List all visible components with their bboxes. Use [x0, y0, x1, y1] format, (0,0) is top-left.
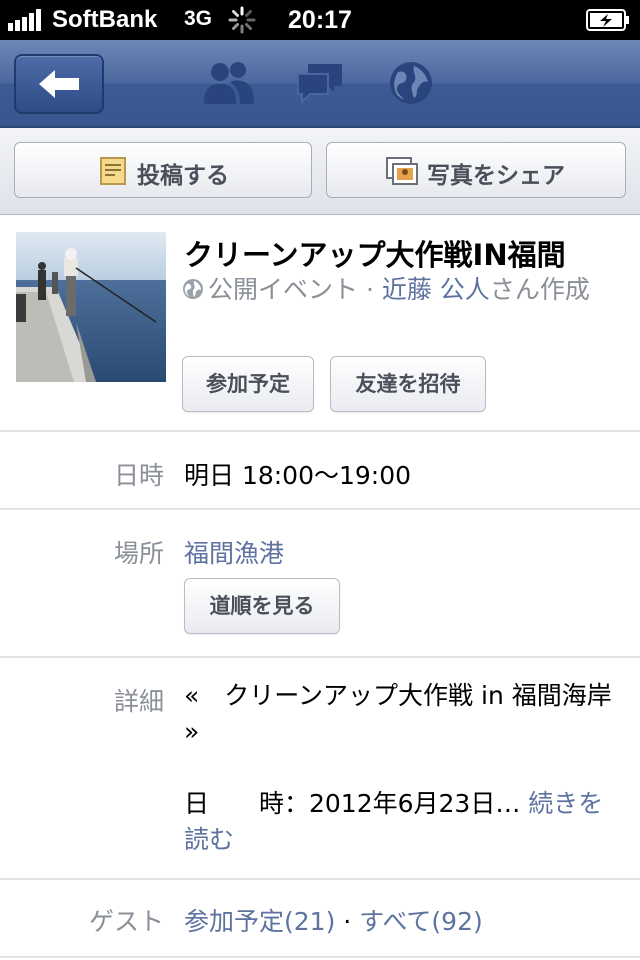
details-label: 詳細 — [113, 687, 164, 716]
battery-charging-icon — [586, 9, 629, 31]
event-meta: 公開イベント · 近藤 公人さん作成 — [182, 272, 622, 308]
post-button[interactable]: 投稿する — [14, 142, 312, 198]
guests-all-link[interactable]: すべて(92) — [359, 907, 483, 936]
event-host-suffix: さん作成 — [489, 275, 590, 304]
datetime-label: 日時 — [113, 461, 164, 490]
navigation-bar — [0, 40, 640, 128]
photo-icon — [386, 157, 418, 185]
location-link[interactable]: 福間漁港 — [184, 534, 284, 570]
location-label: 場所 — [113, 539, 164, 568]
status-time: 20:17 — [288, 6, 352, 34]
details-line-2-text: 日 時：2012年6月23日… — [184, 789, 521, 818]
guests-going-link[interactable]: 参加予定(21) — [184, 907, 335, 936]
datetime-value: 明日 18:00〜19:00 — [184, 461, 412, 490]
divider — [0, 430, 640, 432]
post-button-label: 投稿する — [137, 163, 229, 189]
guests-label: ゲスト — [88, 907, 164, 936]
globe-icon[interactable] — [388, 60, 434, 106]
guests-summary: 参加予定(21) · すべて(92) — [184, 902, 483, 938]
messages-icon[interactable] — [294, 60, 346, 106]
going-button[interactable]: 参加予定 — [182, 356, 314, 412]
back-button[interactable] — [14, 54, 104, 114]
post-note-icon — [100, 157, 126, 185]
event-visibility: 公開イベント — [208, 275, 359, 304]
guests-separator: · — [335, 907, 360, 936]
share-photo-button[interactable]: 写真をシェア — [326, 142, 626, 198]
friends-icon[interactable] — [200, 60, 256, 106]
status-bar: SoftBank 3G 20:17 — [0, 0, 640, 40]
divider — [0, 956, 640, 958]
event-photo[interactable] — [16, 232, 166, 382]
share-photo-label: 写真をシェア — [427, 163, 565, 189]
details-line-2: 日 時：2012年6月23日… 続きを読む — [184, 786, 624, 858]
meta-separator: · — [358, 275, 382, 304]
divider — [0, 656, 640, 658]
invite-friends-button[interactable]: 友達を招待 — [330, 356, 486, 412]
event-title: クリーンアップ大作戦IN福間 — [184, 238, 566, 272]
public-globe-icon — [183, 279, 203, 299]
divider — [0, 878, 640, 880]
directions-button[interactable]: 道順を見る — [184, 578, 340, 634]
divider — [0, 508, 640, 510]
action-bar: 投稿する 写真をシェア — [0, 128, 640, 215]
details-text: « クリーンアップ大作戦 in 福間海岸 » 日 時：2012年6月23日… 続… — [184, 678, 624, 858]
event-host-link[interactable]: 近藤 公人 — [382, 275, 490, 304]
details-line-1: « クリーンアップ大作戦 in 福間海岸 » — [184, 681, 612, 746]
back-arrow-icon — [39, 70, 79, 98]
